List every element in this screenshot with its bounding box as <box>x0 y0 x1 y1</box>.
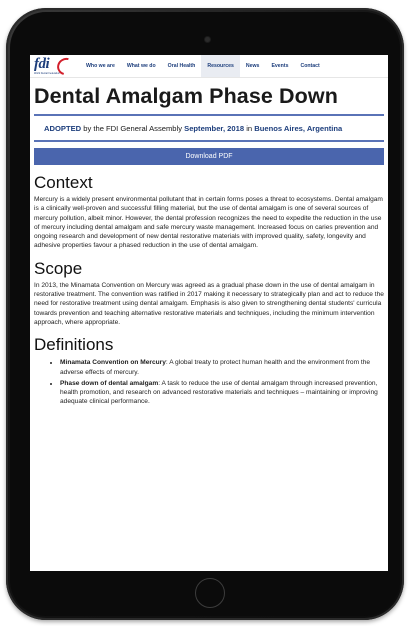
definition-term: Phase down of dental amalgam <box>60 379 159 387</box>
adopted-location: Buenos Aires, Argentina <box>254 124 343 133</box>
adopted-text-1: by the FDI General Assembly <box>81 124 185 133</box>
definitions-heading: Definitions <box>34 335 114 355</box>
nav-item-oral-health[interactable]: Oral Health <box>162 55 202 77</box>
adopted-text-2: in <box>244 124 255 133</box>
logo-wordmark: fdi <box>34 56 50 72</box>
front-camera <box>205 37 210 42</box>
home-button[interactable] <box>195 578 225 608</box>
adoption-statement: ADOPTED by the FDI General Assembly Sept… <box>30 116 388 140</box>
title-divider-bottom <box>34 140 384 142</box>
list-item: Minamata Convention on Mercury: A global… <box>60 358 384 377</box>
nav-item-who-we-are[interactable]: Who we are <box>80 55 121 77</box>
definitions-list: Minamata Convention on Mercury: A global… <box>30 358 384 406</box>
adopted-date: September, 2018 <box>184 124 245 133</box>
nav-item-contact[interactable]: Contact <box>294 55 325 77</box>
nav-item-events[interactable]: Events <box>265 55 294 77</box>
context-body: Mercury is a widely present environmenta… <box>34 196 383 250</box>
nav-item-what-we-do[interactable]: What we do <box>121 55 162 77</box>
nav-item-news[interactable]: News <box>240 55 266 77</box>
logo-subtitle: World Dental Federation <box>34 72 60 75</box>
scope-body: In 2013, the Minamata Convention on Merc… <box>34 281 384 326</box>
nav-item-resources[interactable]: Resources <box>201 55 240 77</box>
top-nav: fdi World Dental Federation Who we are W… <box>30 55 388 79</box>
scope-heading: Scope <box>34 258 83 278</box>
definition-term: Minamata Convention on Mercury <box>60 359 166 367</box>
download-pdf-button[interactable]: Download PDF <box>34 148 384 165</box>
page-title: Dental Amalgam Phase Down <box>34 84 338 108</box>
context-heading: Context <box>34 173 93 192</box>
fdi-logo[interactable]: fdi World Dental Federation <box>34 55 79 79</box>
browser-screen: fdi World Dental Federation Who we are W… <box>30 55 388 571</box>
adopted-label: ADOPTED <box>44 124 82 133</box>
list-item: Phase down of dental amalgam: A task to … <box>60 379 384 407</box>
